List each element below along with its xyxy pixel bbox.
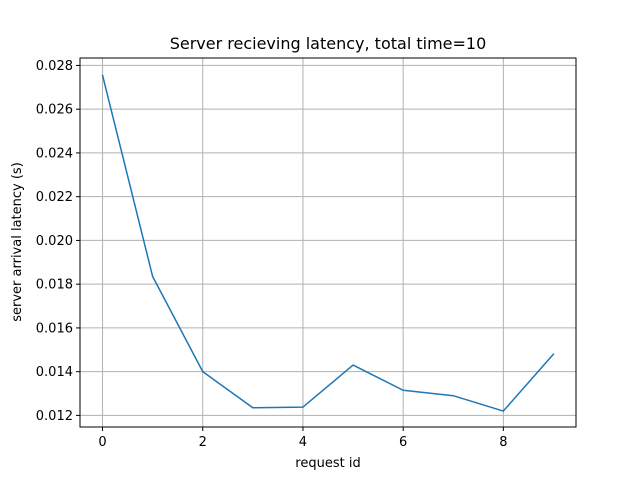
x-tick-label: 0	[98, 435, 106, 450]
y-tick-label: 0.018	[36, 278, 73, 293]
data-point	[151, 275, 154, 278]
y-axis: 0.012 0.014 0.016 0.018 0.020 0.022 0.024 0.026…	[36, 59, 80, 424]
y-tick-label: 0.020	[36, 234, 73, 249]
x-tick-label: 8	[499, 435, 507, 450]
y-tick-label: 0.028	[36, 59, 73, 74]
y-tick-label: 0.014	[36, 365, 73, 380]
data-point	[252, 407, 254, 409]
data-point	[201, 370, 204, 373]
y-axis-label: server arrival latency (s)	[10, 162, 25, 322]
grid	[80, 58, 576, 427]
x-tick-label: 6	[399, 435, 407, 450]
data-point	[552, 353, 555, 355]
y-tick-label: 0.022	[36, 190, 73, 205]
y-tick-label: 0.016	[36, 321, 73, 336]
series-line	[101, 75, 555, 412]
chart-title: Server recieving latency, total time=10	[170, 34, 487, 53]
x-tick-label: 4	[299, 435, 307, 450]
data-point	[502, 410, 505, 412]
data-point	[452, 394, 455, 397]
y-tick-label: 0.012	[36, 409, 73, 424]
x-axis: 0 2 4 6 8	[98, 427, 507, 450]
data-point	[302, 406, 304, 408]
y-tick-label: 0.026	[36, 103, 73, 118]
data-point	[101, 74, 104, 77]
x-axis-label: request id	[295, 456, 360, 471]
x-tick-label: 2	[199, 435, 207, 450]
y-tick-label: 0.024	[36, 146, 73, 161]
series-layer	[101, 74, 555, 412]
data-point	[352, 364, 354, 366]
data-point	[402, 389, 404, 392]
line-chart: Server recieving latency, total time=10 …	[10, 34, 577, 471]
